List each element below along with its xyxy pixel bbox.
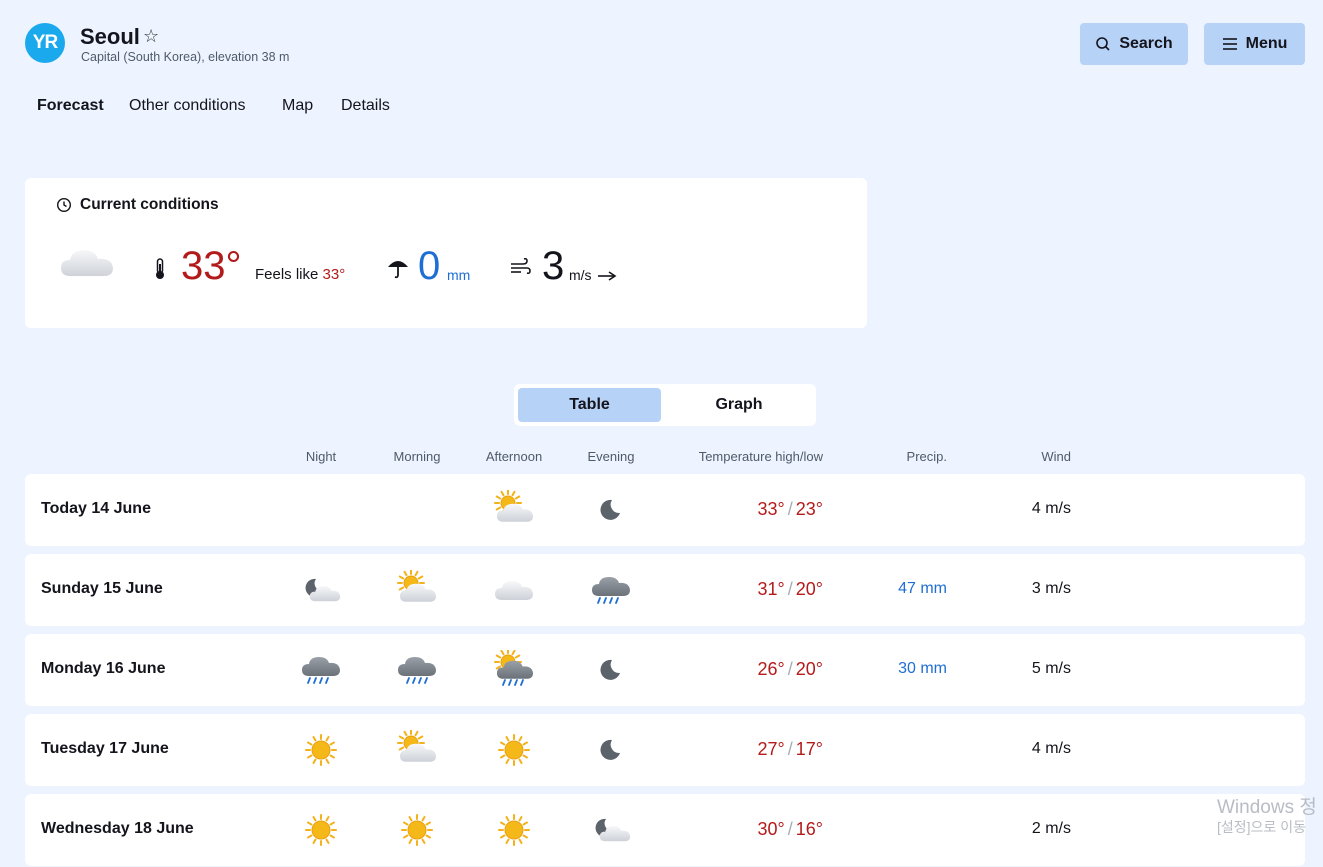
- current-temperature: 33°: [181, 244, 242, 288]
- day-label: Sunday 15 June: [41, 580, 163, 597]
- page-title: Seoul: [80, 24, 140, 49]
- sun-icon: [498, 814, 530, 846]
- day-label: Wednesday 18 June: [41, 820, 194, 837]
- temp-low: 17°: [795, 739, 823, 759]
- menu-label: Menu: [1245, 35, 1288, 52]
- wind-unit-label: m/s: [569, 267, 592, 283]
- temp-high: 26°: [757, 659, 785, 679]
- temperature-high-low: 27°/17°: [758, 739, 823, 760]
- column-precipitation: Precip.: [906, 449, 947, 464]
- temperature-high-low: 31°/20°: [758, 579, 823, 600]
- day-label: Today 14 June: [41, 500, 151, 517]
- partly-cloudy-night-icon: [595, 818, 631, 842]
- temp-separator: /: [787, 659, 793, 679]
- os-watermark-sub: [설정]으로 이동: [1217, 819, 1306, 835]
- temp-high: 31°: [757, 579, 785, 599]
- temp-low: 23°: [795, 499, 823, 519]
- precipitation-unit: mm: [447, 267, 471, 283]
- yr-logo[interactable]: YR: [25, 23, 65, 63]
- table-row[interactable]: [25, 554, 1305, 626]
- table-row[interactable]: [25, 634, 1305, 706]
- sun-icon: [498, 734, 530, 766]
- temperature-high-low: 30°/16°: [758, 819, 823, 840]
- search-button[interactable]: Search: [1080, 23, 1188, 65]
- current-precipitation: 0: [418, 244, 441, 288]
- temp-low: 16°: [795, 819, 823, 839]
- temp-low: 20°: [795, 579, 823, 599]
- thermometer-icon: [156, 258, 164, 279]
- tab-forecast[interactable]: Forecast: [37, 97, 104, 115]
- search-icon: [1096, 37, 1110, 51]
- clear-night-icon: [600, 499, 620, 520]
- clock-icon: [56, 197, 72, 213]
- temp-separator: /: [787, 819, 793, 839]
- rain-showers-day-icon: [494, 650, 534, 686]
- wind-value: 2 m/s: [1031, 820, 1071, 837]
- temp-separator: /: [787, 579, 793, 599]
- search-label: Search: [1119, 35, 1173, 52]
- temp-high: 33°: [757, 499, 785, 519]
- temp-separator: /: [787, 499, 793, 519]
- sun-icon: [305, 814, 337, 846]
- current-conditions-label: Current conditions: [80, 196, 219, 213]
- current-wind-speed: 3: [542, 244, 565, 288]
- partly-cloudy-day-icon: [397, 570, 437, 602]
- column-afternoon: Afternoon: [485, 449, 543, 464]
- os-watermark: Windows 정: [1217, 797, 1317, 818]
- location-subtitle: Capital (South Korea), elevation 38 m: [81, 50, 290, 64]
- menu-button[interactable]: Menu: [1204, 23, 1305, 65]
- temperature-high-low: 26°/20°: [758, 659, 823, 680]
- table-row[interactable]: [25, 474, 1305, 546]
- temperature-high-low: 33°/23°: [758, 499, 823, 520]
- wind-value: 3 m/s: [1031, 580, 1071, 597]
- tab-other-conditions[interactable]: Other conditions: [129, 97, 246, 115]
- cloudy-icon: [61, 250, 113, 276]
- partly-cloudy-day-icon: [494, 490, 534, 522]
- day-label: Monday 16 June: [41, 660, 166, 677]
- favorite-star-icon[interactable]: ☆: [143, 26, 159, 47]
- wind-value: 5 m/s: [1031, 660, 1071, 677]
- temp-low: 20°: [795, 659, 823, 679]
- umbrella-icon: [388, 261, 408, 279]
- wind-value: 4 m/s: [1031, 740, 1071, 757]
- feels-like-value: 33°: [322, 266, 346, 283]
- table-row[interactable]: [25, 714, 1305, 786]
- feels-like-label: Feels like: [255, 266, 319, 283]
- tab-map[interactable]: Map: [282, 97, 313, 115]
- temp-high: 27°: [757, 739, 785, 759]
- rain-icon: [592, 577, 630, 604]
- rain-icon: [302, 657, 340, 684]
- graph-view-button[interactable]: Graph: [665, 388, 813, 422]
- temp-separator: /: [787, 739, 793, 759]
- day-label: Tuesday 17 June: [41, 740, 169, 757]
- wind-value: 4 m/s: [1031, 500, 1071, 517]
- wind-unit: m/s: [569, 267, 617, 283]
- wind-direction-arrow-icon: [598, 271, 617, 281]
- column-temperature: Temperature high/low: [698, 449, 823, 464]
- precipitation-value: 30 mm: [898, 660, 947, 677]
- partly-cloudy-night-icon: [305, 578, 341, 602]
- column-night: Night: [305, 449, 337, 464]
- column-morning: Morning: [393, 449, 441, 464]
- sun-icon: [401, 814, 433, 846]
- light-rain-icon: [398, 657, 436, 684]
- menu-icon: [1222, 38, 1237, 50]
- precipitation-value: 47 mm: [898, 580, 947, 597]
- column-evening: Evening: [587, 449, 635, 464]
- tab-details[interactable]: Details: [341, 97, 390, 115]
- column-wind: Wind: [1041, 449, 1071, 464]
- table-view-button[interactable]: Table: [518, 388, 661, 422]
- table-row[interactable]: [25, 794, 1305, 866]
- wind-icon: [511, 258, 531, 275]
- feels-like: Feels like 33°: [255, 266, 345, 283]
- current-conditions-title: Current conditions: [56, 196, 219, 214]
- clear-night-icon: [600, 739, 620, 760]
- sun-icon: [305, 734, 337, 766]
- logo-text: YR: [32, 32, 58, 53]
- clear-night-icon: [600, 659, 620, 680]
- cloudy-icon: [495, 581, 533, 600]
- partly-cloudy-day-icon: [397, 730, 437, 762]
- temp-high: 30°: [757, 819, 785, 839]
